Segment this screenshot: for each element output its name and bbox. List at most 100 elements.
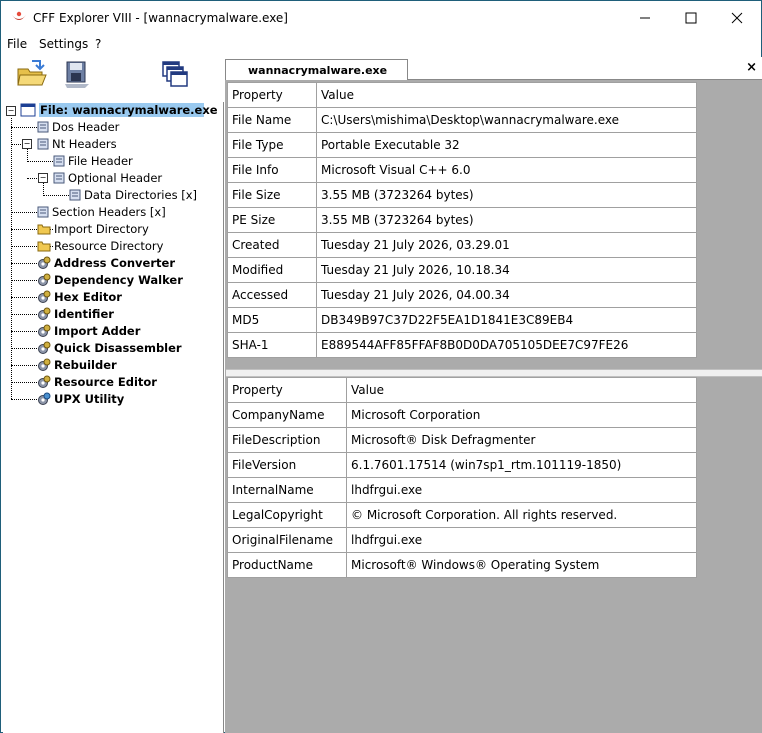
tree-node-label: Nt Headers [52, 137, 117, 151]
tree-node-dos-header[interactable]: Dos Header [37, 119, 119, 135]
minimize-button[interactable] [622, 2, 668, 34]
menu-file[interactable]: File [7, 37, 27, 51]
tree-node-section-headers[interactable]: Section Headers [x] [37, 204, 166, 220]
tool-upx-utility[interactable]: UPX Utility [37, 391, 124, 407]
value-cell[interactable]: Microsoft Corporation [346, 402, 697, 428]
table-header-row: Property Value [227, 377, 697, 403]
document-icon [37, 206, 49, 218]
tool-identifier[interactable]: Identifier [37, 306, 114, 322]
property-cell: Created [227, 232, 317, 258]
maximize-button[interactable] [668, 2, 714, 34]
table-row[interactable]: File Type Portable Executable 32 [227, 132, 697, 158]
value-cell[interactable]: DB349B97C37D22F5EA1D1841E3C89EB4 [316, 307, 697, 333]
value-cell[interactable]: lhdfrgui.exe [346, 527, 697, 553]
table-row[interactable]: CompanyName Microsoft Corporation [227, 402, 697, 428]
tree-line [43, 195, 69, 196]
file-info-table[interactable]: Property Value File Name C:\Users\mishima… [227, 82, 697, 358]
tree-line [27, 161, 53, 162]
tool-gear-icon [38, 341, 51, 354]
tool-import-adder[interactable]: Import Adder [37, 323, 140, 339]
menu-help[interactable]: ? [95, 37, 101, 51]
column-header-value[interactable]: Value [346, 377, 697, 403]
tree-node-data-directories[interactable]: Data Directories [x] [69, 187, 197, 203]
tree-line [11, 263, 37, 264]
value-cell[interactable]: Microsoft® Windows® Operating System [346, 552, 697, 578]
tool-quick-disassembler[interactable]: Quick Disassembler [37, 340, 182, 356]
tree-node-label: Rebuilder [54, 358, 117, 372]
tool-address-converter[interactable]: Address Converter [37, 255, 175, 271]
column-header-property[interactable]: Property [227, 377, 347, 403]
property-cell: ProductName [227, 552, 347, 578]
tree-node-label: Hex Editor [54, 290, 122, 304]
tree-node-file-root[interactable]: File: wannacrymalware.exe [20, 102, 218, 118]
table-row[interactable]: OriginalFilename lhdfrgui.exe [227, 527, 697, 553]
property-cell: PE Size [227, 207, 317, 233]
table-row[interactable]: InternalName lhdfrgui.exe [227, 477, 697, 503]
column-header-property[interactable]: Property [227, 82, 317, 108]
tool-rebuilder[interactable]: Rebuilder [37, 357, 117, 373]
value-cell[interactable]: Tuesday 21 July 2026, 04.00.34 [316, 282, 697, 308]
value-cell[interactable]: Microsoft Visual C++ 6.0 [316, 157, 697, 183]
windows-cascade-icon[interactable] [159, 58, 191, 90]
value-cell[interactable]: C:\Users\mishima\Desktop\wannacrymalware… [316, 107, 697, 133]
app-logo-icon [12, 11, 26, 20]
table-row[interactable]: File Name C:\Users\mishima\Desktop\wannac… [227, 107, 697, 133]
tree-node-import-directory[interactable]: Import Directory [37, 221, 149, 237]
value-cell[interactable]: 3.55 MB (3723264 bytes) [316, 207, 697, 233]
tree-collapse-toggle[interactable]: − [38, 173, 48, 183]
tool-resource-editor[interactable]: Resource Editor [37, 374, 157, 390]
value-cell[interactable]: Tuesday 21 July 2026, 03.29.01 [316, 232, 697, 258]
close-window-button[interactable] [714, 2, 760, 34]
table-row[interactable]: FileVersion 6.1.7601.17514 (win7sp1_rtm.1… [227, 452, 697, 478]
tab-strip: wannacrymalware.exe × [225, 57, 762, 80]
table-row[interactable]: PE Size 3.55 MB (3723264 bytes) [227, 207, 697, 233]
tree-node-file-header[interactable]: File Header [53, 153, 133, 169]
menu-settings[interactable]: Settings [39, 37, 88, 51]
tree-collapse-toggle[interactable]: − [22, 139, 32, 149]
table-row[interactable]: Modified Tuesday 21 July 2026, 10.18.34 [227, 257, 697, 283]
tree-node-resource-directory[interactable]: Resource Directory [37, 238, 163, 254]
title-bar[interactable]: CFF Explorer VIII - [wannacrymalware.exe… [1, 1, 761, 34]
value-cell[interactable]: Portable Executable 32 [316, 132, 697, 158]
version-info-table[interactable]: Property Value CompanyName Microsoft Corp… [227, 377, 697, 578]
table-row[interactable]: Created Tuesday 21 July 2026, 03.29.01 [227, 232, 697, 258]
tree-panel[interactable]: − − − File: wannacrymalware.exe Dos Head… [3, 102, 224, 733]
table-row[interactable]: File Info Microsoft Visual C++ 6.0 [227, 157, 697, 183]
tool-gear-icon [38, 358, 51, 371]
table-row[interactable]: MD5 DB349B97C37D22F5EA1D1841E3C89EB4 [227, 307, 697, 333]
tree-line [11, 127, 37, 128]
splitter[interactable] [226, 369, 762, 377]
tree-node-label: File Header [68, 154, 133, 168]
minimize-icon [640, 17, 650, 19]
table-row[interactable]: LegalCopyright © Microsoft Corporation. A… [227, 502, 697, 528]
property-cell: MD5 [227, 307, 317, 333]
tool-dependency-walker[interactable]: Dependency Walker [37, 272, 183, 288]
save-disk-icon[interactable] [61, 58, 93, 90]
tool-gear-icon [38, 324, 51, 337]
close-tab-icon[interactable]: × [746, 60, 757, 75]
value-cell[interactable]: 3.55 MB (3723264 bytes) [316, 182, 697, 208]
tool-hex-editor[interactable]: Hex Editor [37, 289, 122, 305]
table-row[interactable]: Accessed Tuesday 21 July 2026, 04.00.34 [227, 282, 697, 308]
table-row[interactable]: SHA-1 E889544AFF85FFAF8B0D0DA705105DEE7C9… [227, 332, 697, 358]
table-row[interactable]: FileDescription Microsoft® Disk Defragmen… [227, 427, 697, 453]
tree-node-label: Dependency Walker [54, 273, 183, 287]
value-cell[interactable]: Tuesday 21 July 2026, 10.18.34 [316, 257, 697, 283]
table-row[interactable]: File Size 3.55 MB (3723264 bytes) [227, 182, 697, 208]
value-cell[interactable]: Microsoft® Disk Defragmenter [346, 427, 697, 453]
open-folder-icon[interactable] [16, 59, 48, 89]
tree-node-nt-headers[interactable]: Nt Headers [37, 136, 117, 152]
tree-collapse-toggle[interactable]: − [6, 106, 16, 116]
table-row[interactable]: ProductName Microsoft® Windows® Operating… [227, 552, 697, 578]
property-cell: File Name [227, 107, 317, 133]
document-icon [53, 172, 65, 184]
tree-node-optional-header[interactable]: Optional Header [53, 170, 162, 186]
document-icon [37, 138, 49, 150]
column-header-value[interactable]: Value [316, 82, 697, 108]
property-cell: FileVersion [227, 452, 347, 478]
value-cell[interactable]: E889544AFF85FFAF8B0D0DA705105DEE7C97FE26 [316, 332, 697, 358]
tab-wannacrymalware[interactable]: wannacrymalware.exe [225, 59, 409, 80]
value-cell[interactable]: 6.1.7601.17514 (win7sp1_rtm.101119-1850) [346, 452, 697, 478]
value-cell[interactable]: © Microsoft Corporation. All rights rese… [346, 502, 697, 528]
value-cell[interactable]: lhdfrgui.exe [346, 477, 697, 503]
